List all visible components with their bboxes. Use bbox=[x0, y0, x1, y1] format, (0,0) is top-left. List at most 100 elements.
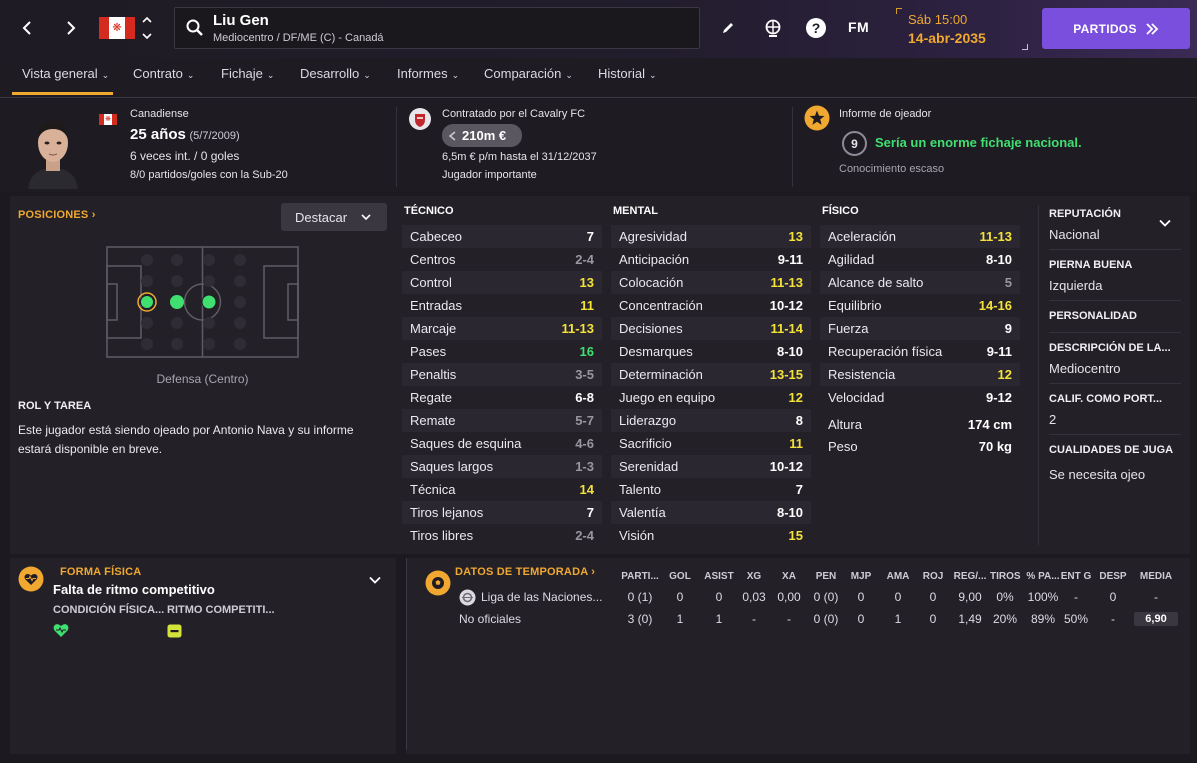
attribute-row[interactable]: Centros 2-4 bbox=[402, 248, 602, 271]
edit-button[interactable] bbox=[715, 15, 741, 41]
tab-contrato[interactable]: Contrato ⌄ bbox=[133, 66, 194, 81]
season-column-header[interactable]: XA bbox=[774, 571, 804, 582]
attribute-row[interactable]: Entradas 11 bbox=[402, 294, 602, 317]
attribute-row[interactable]: Resistencia 12 bbox=[820, 363, 1020, 386]
attribute-row[interactable]: Velocidad 9-12 bbox=[820, 386, 1020, 409]
description-value: Mediocentro bbox=[1049, 361, 1121, 376]
player-cycle-control[interactable] bbox=[141, 14, 153, 44]
reputation-value: Nacional bbox=[1049, 227, 1100, 242]
attribute-row[interactable]: Concentración 10-12 bbox=[611, 294, 811, 317]
scout-button[interactable] bbox=[760, 15, 786, 41]
season-cell: - bbox=[787, 612, 791, 626]
help-button[interactable]: ? bbox=[803, 15, 829, 41]
attribute-row[interactable]: Penaltis 3-5 bbox=[402, 363, 602, 386]
season-column-header[interactable]: DESP bbox=[1098, 571, 1128, 582]
pencil-icon bbox=[723, 23, 733, 33]
attribute-row[interactable]: Colocación 11-13 bbox=[611, 271, 811, 294]
attribute-row[interactable]: Desmarques 8-10 bbox=[611, 340, 811, 363]
football-icon bbox=[425, 570, 451, 596]
season-column-header[interactable]: PARTI... bbox=[621, 571, 659, 582]
chevron-down-icon[interactable] bbox=[1159, 219, 1171, 227]
attribute-row[interactable]: Talento 7 bbox=[611, 478, 811, 501]
qualities-title: CUALIDADES DE JUGA bbox=[1049, 444, 1174, 456]
attribute-row[interactable]: Técnica 14 bbox=[402, 478, 602, 501]
attribute-row[interactable]: Tiros lejanos 7 bbox=[402, 501, 602, 524]
attribute-row[interactable]: Serenidad 10-12 bbox=[611, 455, 811, 478]
attribute-row[interactable]: Visión 15 bbox=[611, 524, 811, 547]
attribute-row[interactable]: Marcaje 11-13 bbox=[402, 317, 602, 340]
attribute-row[interactable]: Tiros libres 2-4 bbox=[402, 524, 602, 547]
partidos-button[interactable]: PARTIDOS bbox=[1042, 8, 1190, 49]
attribute-row[interactable]: Agresividad 13 bbox=[611, 225, 811, 248]
game-date[interactable]: Sáb 15:00 14-abr-2035 bbox=[896, 8, 1028, 50]
attribute-row[interactable]: Pases 16 bbox=[402, 340, 602, 363]
tab-historial[interactable]: Historial ⌄ bbox=[598, 66, 657, 81]
season-column-header[interactable]: ENT G bbox=[1060, 571, 1092, 582]
attribute-row[interactable]: Cabeceo 7 bbox=[402, 225, 602, 248]
attribute-label: Desmarques bbox=[619, 344, 693, 359]
season-column-header[interactable]: XG bbox=[740, 571, 768, 582]
season-column-header[interactable]: ASIST bbox=[703, 571, 735, 582]
tab-desarrollo[interactable]: Desarrollo ⌄ bbox=[300, 66, 371, 81]
double-chevron-right-icon bbox=[1146, 22, 1159, 35]
season-column-header[interactable]: % PA... bbox=[1025, 571, 1061, 582]
highlight-dropdown[interactable]: Destacar bbox=[281, 203, 387, 231]
season-stats-title[interactable]: DATOS DE TEMPORADA › bbox=[455, 566, 595, 578]
attribute-row[interactable]: Control 13 bbox=[402, 271, 602, 294]
foot-value: Izquierda bbox=[1049, 278, 1103, 293]
season-cell: 0 (1) bbox=[627, 590, 653, 604]
season-cell: - bbox=[752, 612, 756, 626]
forward-button[interactable] bbox=[58, 14, 84, 42]
attribute-row[interactable]: Alcance de salto 5 bbox=[820, 271, 1020, 294]
season-column-header[interactable]: MJP bbox=[848, 571, 874, 582]
season-column-header[interactable]: PEN bbox=[810, 571, 842, 582]
attribute-row[interactable]: Recuperación física 9-11 bbox=[820, 340, 1020, 363]
attribute-row[interactable]: Saques largos 1-3 bbox=[402, 455, 602, 478]
tab-comparacion[interactable]: Comparación ⌄ bbox=[484, 66, 573, 81]
positions-title[interactable]: POSICIONES › bbox=[18, 209, 96, 221]
match-sharpness-label: RITMO COMPETITI... bbox=[167, 604, 275, 616]
attribute-value: 6-8 bbox=[575, 390, 594, 405]
back-button[interactable] bbox=[14, 14, 40, 42]
season-column-header[interactable]: REG/... bbox=[953, 571, 987, 582]
season-cell: 1 bbox=[676, 612, 684, 626]
season-column-header[interactable]: ROJ bbox=[920, 571, 946, 582]
tab-fichaje[interactable]: Fichaje ⌄ bbox=[221, 66, 274, 81]
season-column-header[interactable]: TIROS bbox=[990, 571, 1021, 582]
player-search-box[interactable]: Liu Gen Mediocentro / DF/ME (C) - Canadá bbox=[174, 7, 700, 49]
attribute-value: 11 bbox=[580, 298, 594, 313]
season-row-name[interactable]: Liga de las Naciones... bbox=[481, 590, 602, 604]
attribute-row[interactable]: Regate 6-8 bbox=[402, 386, 602, 409]
transfer-value-badge[interactable]: 210m € bbox=[442, 124, 522, 147]
player-name: Liu Gen bbox=[213, 12, 269, 29]
season-cell: - bbox=[1154, 590, 1158, 604]
attribute-row[interactable]: Liderazgo 8 bbox=[611, 409, 811, 432]
tab-vista-general[interactable]: Vista general ⌄ bbox=[22, 66, 109, 81]
season-column-header[interactable]: MEDIA bbox=[1138, 571, 1174, 582]
attribute-label: Técnica bbox=[410, 482, 456, 497]
attribute-row[interactable]: Agilidad 8-10 bbox=[820, 248, 1020, 271]
attribute-row[interactable]: Determinación 13-15 bbox=[611, 363, 811, 386]
attribute-row[interactable]: Equilibrio 14-16 bbox=[820, 294, 1020, 317]
attribute-label: Decisiones bbox=[619, 321, 683, 336]
attribute-row[interactable]: Decisiones 11-14 bbox=[611, 317, 811, 340]
attribute-row[interactable]: Aceleración 11-13 bbox=[820, 225, 1020, 248]
attribute-row[interactable]: Sacrificio 11 bbox=[611, 432, 811, 455]
season-cell: 0 bbox=[929, 590, 937, 604]
attribute-row[interactable]: Valentía 8-10 bbox=[611, 501, 811, 524]
season-column-header[interactable]: AMA bbox=[884, 571, 912, 582]
chevron-down-icon[interactable] bbox=[369, 576, 381, 584]
season-cell: 1 bbox=[715, 612, 723, 626]
season-column-header[interactable]: GOL bbox=[667, 571, 693, 582]
attribute-value: 3-5 bbox=[575, 367, 594, 382]
attribute-label: Aceleración bbox=[828, 229, 896, 244]
attribute-row[interactable]: Remate 5-7 bbox=[402, 409, 602, 432]
tab-informes[interactable]: Informes ⌄ bbox=[397, 66, 459, 81]
attribute-row[interactable]: Saques de esquina 4-6 bbox=[402, 432, 602, 455]
attribute-value: 14-16 bbox=[978, 298, 1012, 313]
attribute-row[interactable]: Fuerza 9 bbox=[820, 317, 1020, 340]
attribute-row[interactable]: Anticipación 9-11 bbox=[611, 248, 811, 271]
fm-logo[interactable]: FM bbox=[848, 19, 869, 35]
attribute-row[interactable]: Juego en equipo 12 bbox=[611, 386, 811, 409]
season-cell: 0 bbox=[715, 590, 723, 604]
